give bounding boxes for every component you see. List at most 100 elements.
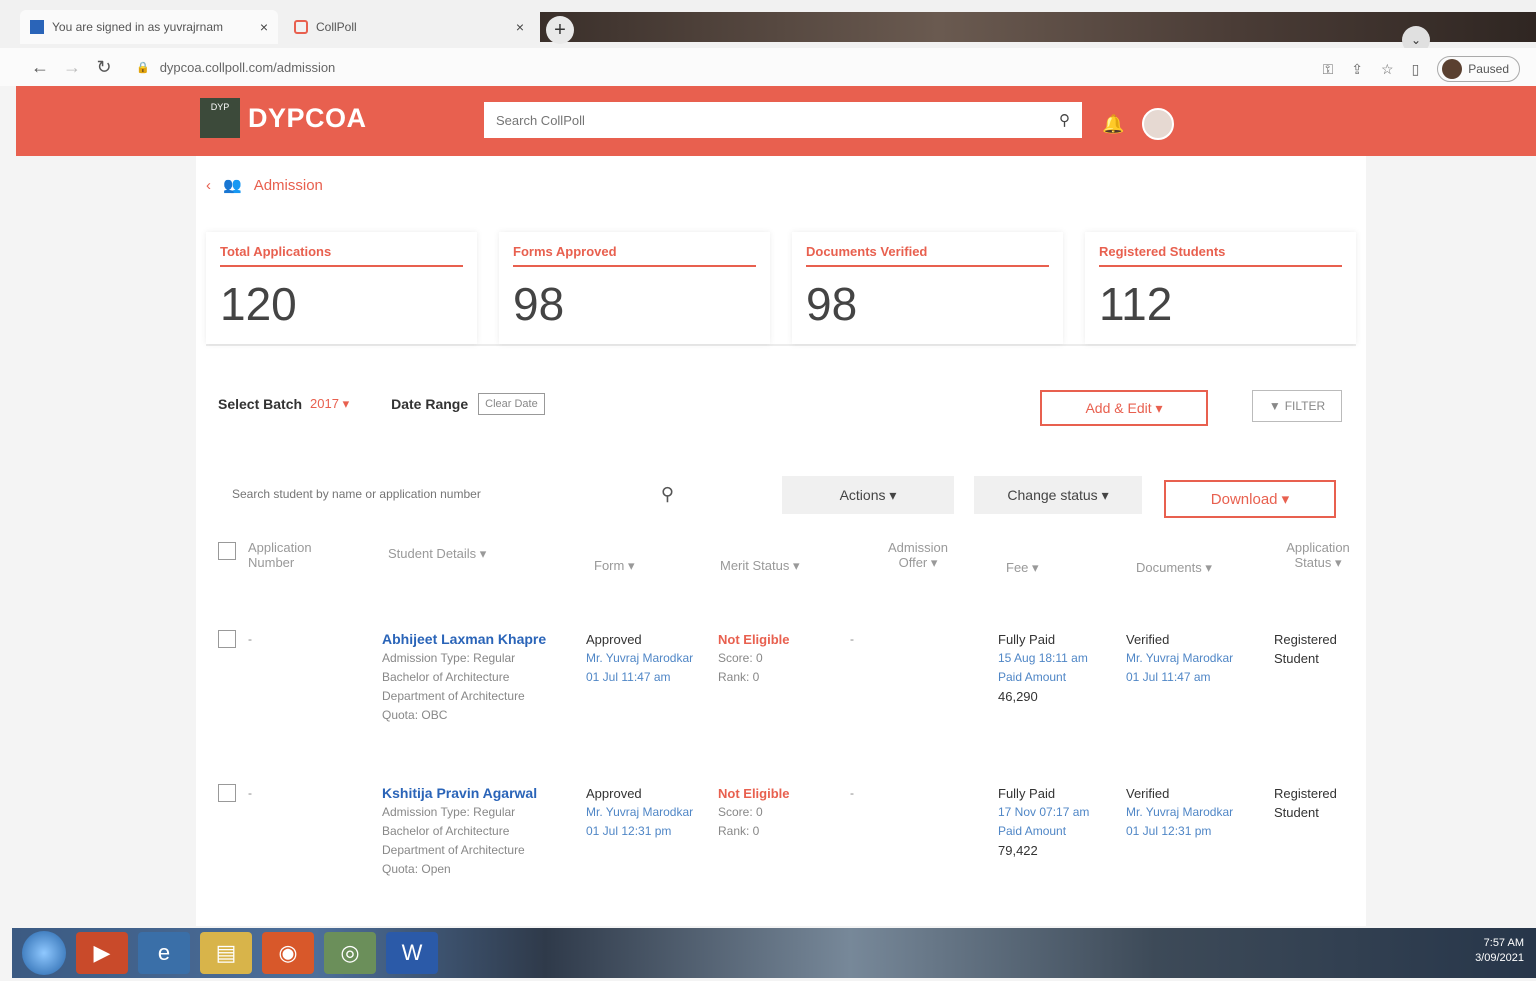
close-icon[interactable]: × (516, 19, 524, 35)
sidebar-icon[interactable]: ▯ (1412, 61, 1420, 78)
address-bar: ← → ↻ 🔒 dypcoa.collpoll.com/admission ⚿ … (0, 48, 1536, 86)
app-favicon-icon (30, 20, 44, 34)
search-icon[interactable]: ⚲ (661, 484, 674, 505)
col-form[interactable]: Form ▾ (594, 558, 634, 574)
profile-label: Paused (1468, 62, 1509, 76)
ie-icon[interactable]: e (138, 932, 190, 974)
program: Bachelor of Architecture (382, 670, 510, 684)
media-player-icon[interactable]: ▶ (76, 932, 128, 974)
batch-label: Select Batch (218, 396, 303, 412)
clock-date: 3/09/2021 (1475, 952, 1524, 964)
application-status: Registered Student (1274, 786, 1337, 820)
add-edit-button[interactable]: Add & Edit ▾ (1040, 390, 1208, 426)
fee-paid-label: Paid Amount (998, 670, 1067, 684)
col-documents[interactable]: Documents ▾ (1136, 560, 1212, 576)
doc-status: Verified (1126, 632, 1170, 647)
browser-tab-2[interactable]: CollPoll × (284, 10, 534, 44)
browser-tab-1[interactable]: You are signed in as yuvrajrnam × (20, 10, 278, 44)
table-row[interactable]: - Abhijeet Laxman Khapre Admission Type:… (218, 630, 1358, 780)
search-icon[interactable]: ⚲ (1059, 111, 1070, 129)
stat-card-registered-students[interactable]: Registered Students 112 (1085, 232, 1356, 344)
form-approved-by: Mr. Yuvraj Marodkar (586, 805, 694, 819)
reload-icon[interactable]: ↻ (88, 57, 120, 78)
word-icon[interactable]: W (386, 932, 438, 974)
merit-status: Not Eligible (718, 632, 790, 647)
admission-offer: - (850, 786, 854, 800)
doc-verified-by: Mr. Yuvraj Marodkar (1126, 805, 1234, 819)
profile-avatar (1442, 59, 1463, 79)
global-search[interactable]: ⚲ (484, 102, 1082, 138)
application-number: - (248, 632, 252, 646)
firefox-icon[interactable]: ◉ (262, 932, 314, 974)
merit-score: Score: 0 (718, 805, 763, 819)
stat-value: 112 (1099, 278, 1173, 330)
col-application-number[interactable]: Application Number (248, 540, 328, 570)
form-time: 01 Jul 12:31 pm (586, 824, 672, 838)
col-application-status[interactable]: Application Status ▾ (1278, 540, 1358, 571)
batch-select[interactable]: 2017 ▾ (310, 396, 349, 412)
merit-status: Not Eligible (718, 786, 790, 801)
stat-card-forms-approved[interactable]: Forms Approved 98 (499, 232, 770, 344)
stat-label: Registered Students (1099, 244, 1342, 267)
stat-card-documents-verified[interactable]: Documents Verified 98 (792, 232, 1063, 344)
download-button[interactable]: Download ▾ (1164, 480, 1336, 518)
application-status: Registered Student (1274, 632, 1337, 666)
close-icon[interactable]: × (260, 19, 268, 35)
select-all-checkbox[interactable] (218, 542, 236, 560)
url-text: dypcoa.collpoll.com/admission (159, 59, 336, 75)
quota: Quota: OBC (382, 708, 448, 722)
stat-label: Forms Approved (513, 244, 756, 267)
user-avatar[interactable] (1142, 108, 1174, 140)
back-arrow-icon[interactable]: ← (24, 57, 56, 78)
folder-icon[interactable]: ▤ (200, 932, 252, 974)
star-icon[interactable]: ☆ (1381, 61, 1394, 78)
merit-rank: Rank: 0 (718, 824, 760, 838)
row-checkbox[interactable] (218, 630, 236, 648)
application-number: - (248, 786, 252, 800)
row-checkbox[interactable] (218, 784, 236, 802)
clear-date-button[interactable]: Clear Date (478, 393, 545, 415)
filter-button[interactable]: ▼ FILTER (1252, 390, 1342, 422)
filter-icon: ▼ (1268, 399, 1281, 413)
student-search[interactable]: ⚲ (218, 474, 688, 514)
brand-logo[interactable]: DYP DYPCOA (200, 98, 367, 138)
fee-paid-label: Paid Amount (998, 824, 1067, 838)
new-tab-button[interactable]: + (546, 16, 574, 44)
breadcrumb: ‹ 👥 Admission (206, 176, 323, 195)
change-status-dropdown[interactable]: Change status ▾ (974, 476, 1142, 514)
col-merit-status[interactable]: Merit Status ▾ (720, 558, 800, 574)
student-search-input[interactable] (232, 487, 661, 501)
student-name-link[interactable]: Kshitija Pravin Agarwal (382, 784, 572, 803)
key-icon[interactable]: ⚿ (1323, 61, 1334, 78)
global-search-input[interactable] (496, 112, 1059, 128)
fee-amount: 79,422 (998, 843, 1038, 858)
stat-label: Total Applications (220, 244, 463, 267)
os-taskbar: ▶ e ▤ ◉ ◎ W 7:57 AM 3/09/2021 (12, 928, 1536, 978)
student-name-link[interactable]: Abhijeet Laxman Khapre (382, 630, 572, 649)
profile-button[interactable]: Paused (1437, 56, 1520, 82)
system-clock[interactable]: 7:57 AM 3/09/2021 (1475, 936, 1524, 966)
url-field[interactable]: 🔒 dypcoa.collpoll.com/admission (136, 60, 335, 75)
actions-dropdown[interactable]: Actions ▾ (782, 476, 954, 514)
stat-value: 120 (220, 278, 297, 330)
fee-time: 15 Aug 18:11 am (998, 651, 1088, 665)
doc-verified-by: Mr. Yuvraj Marodkar (1126, 651, 1234, 665)
col-admission-offer[interactable]: Admission Offer ▾ (878, 540, 958, 571)
bell-icon[interactable]: 🔔 (1102, 114, 1124, 136)
doc-time: 01 Jul 11:47 am (1126, 670, 1211, 684)
stat-card-total-applications[interactable]: Total Applications 120 (206, 232, 477, 344)
start-button[interactable] (22, 931, 66, 975)
forward-arrow-icon[interactable]: → (56, 57, 88, 78)
stat-value: 98 (513, 278, 565, 330)
col-fee[interactable]: Fee ▾ (1006, 560, 1039, 576)
chevron-left-icon[interactable]: ‹ (206, 177, 211, 194)
browser-tab-strip: You are signed in as yuvrajrnam × CollPo… (0, 0, 1536, 54)
table-row[interactable]: - Kshitija Pravin Agarwal Admission Type… (218, 784, 1358, 934)
chrome-icon[interactable]: ◎ (324, 932, 376, 974)
col-student-details[interactable]: Student Details ▾ (388, 546, 486, 562)
share-icon[interactable]: ⇪ (1351, 61, 1363, 78)
tab-label: CollPoll (316, 20, 357, 34)
stat-value: 98 (806, 278, 858, 330)
brand-name: DYPCOA (248, 102, 367, 133)
browser-toolbar-icons: ⚿ ⇪ ☆ ▯ Paused (1323, 56, 1520, 82)
